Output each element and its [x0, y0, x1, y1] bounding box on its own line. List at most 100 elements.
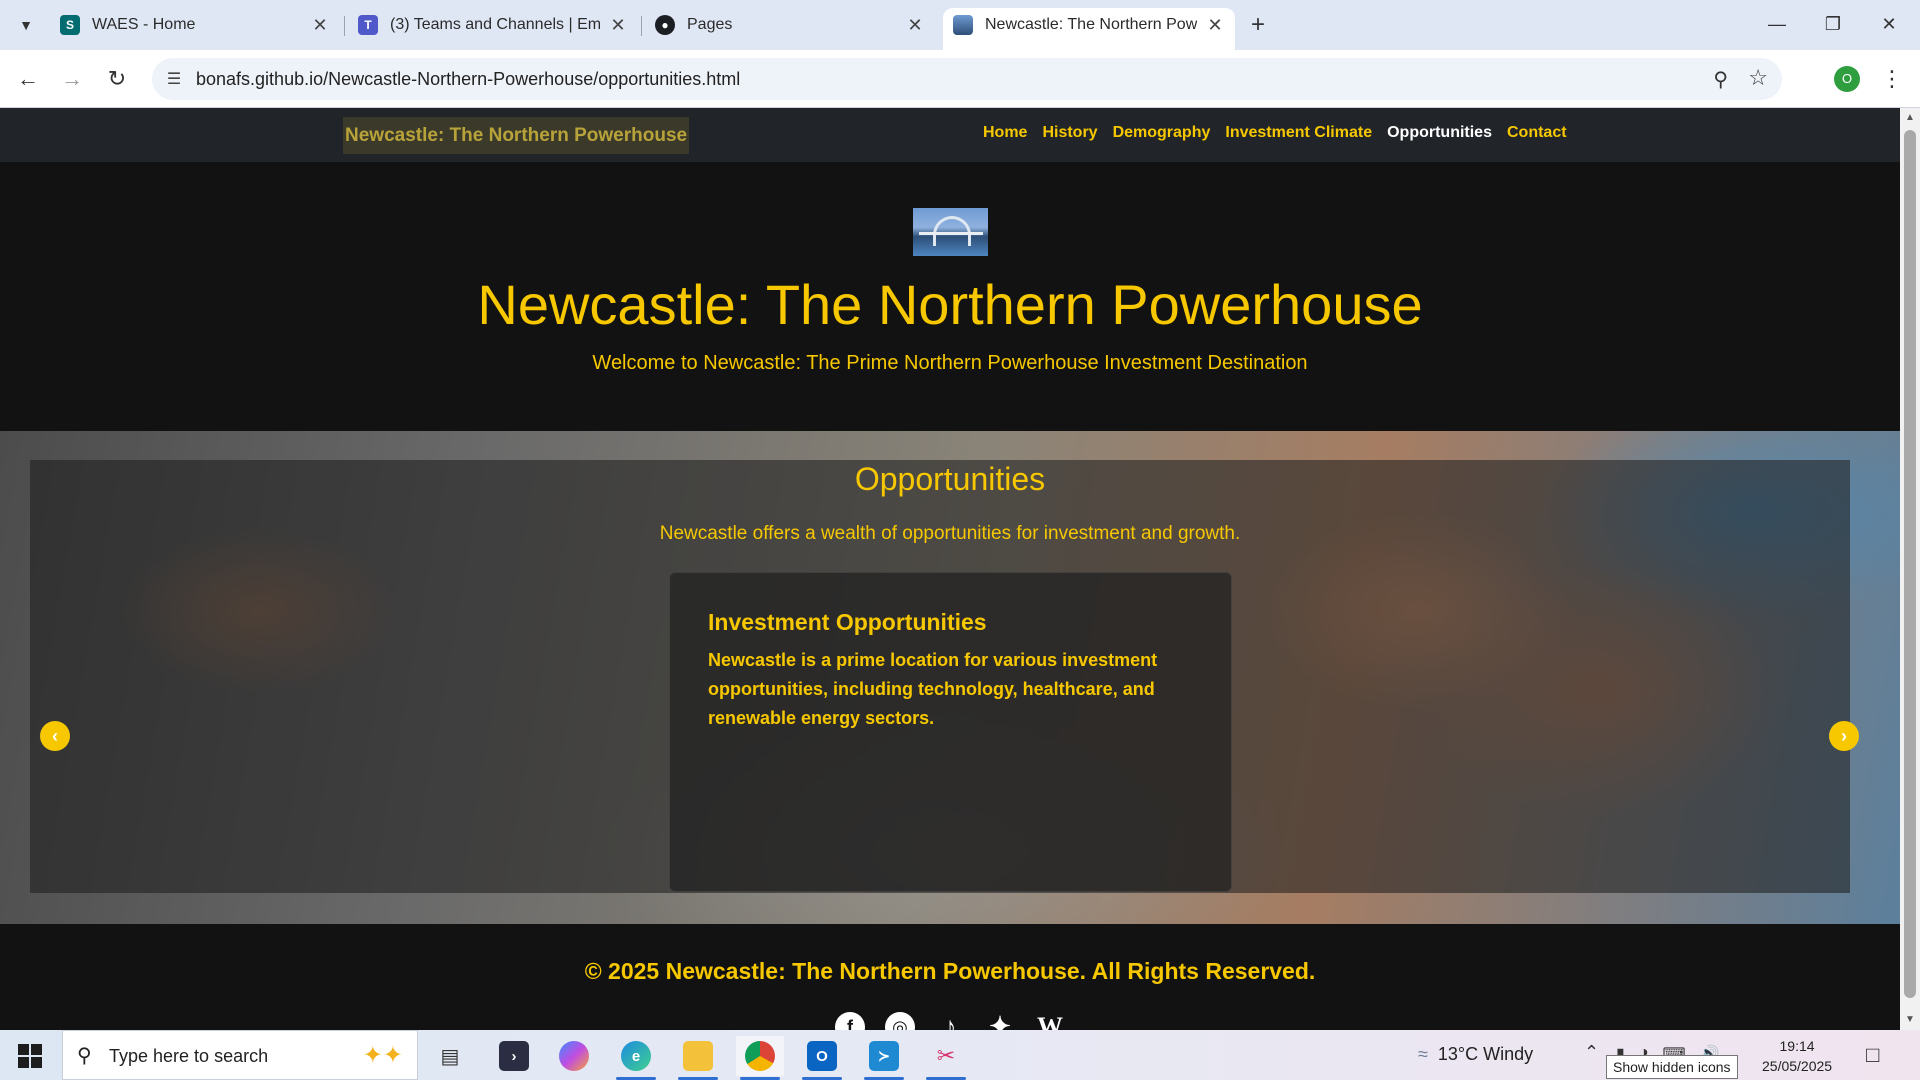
- task-view-icon: ▤: [440, 1045, 460, 1068]
- tab-title: WAES - Home: [92, 16, 196, 33]
- bridge-deck-shape: [919, 232, 983, 235]
- outlook-icon: O: [807, 1041, 837, 1071]
- newcastle-favicon: [953, 15, 973, 35]
- chrome-icon: [745, 1041, 775, 1071]
- close-icon[interactable]: ✕: [1205, 15, 1225, 36]
- instagram-icon[interactable]: ◎: [885, 1012, 915, 1030]
- scrollbar-thumb[interactable]: [1904, 130, 1916, 998]
- tab-search-button[interactable]: ▼: [10, 10, 42, 40]
- address-bar: ← → ↻ ☰ bonafs.github.io/Newcastle-North…: [0, 50, 1920, 108]
- search-placeholder: Type here to search: [109, 1046, 269, 1066]
- taskbar-app-vscode[interactable]: ≻: [860, 1036, 908, 1080]
- taskbar-app-edge[interactable]: e: [612, 1036, 660, 1080]
- weather-widget[interactable]: ≈13°C Windy: [1418, 1044, 1533, 1065]
- close-icon[interactable]: ✕: [310, 15, 330, 36]
- powershell-icon: ›: [499, 1041, 529, 1071]
- close-icon[interactable]: ✕: [608, 15, 628, 36]
- show-hidden-icons-button[interactable]: ⌃: [1584, 1042, 1599, 1063]
- task-view-button[interactable]: ▤: [426, 1036, 474, 1076]
- github-icon: ●: [655, 15, 675, 35]
- tab-separator: [344, 16, 345, 36]
- windows-logo-pane: [31, 1044, 42, 1055]
- taskbar-app-snipping-tool[interactable]: ✂: [922, 1036, 970, 1080]
- hero-section: Newcastle: The Northern Powerhouse Welco…: [0, 162, 1900, 431]
- search-icon: ⚲: [77, 1045, 92, 1067]
- omnibox[interactable]: ☰ bonafs.github.io/Newcastle-Northern-Po…: [152, 58, 1782, 100]
- nav-investment-climate[interactable]: Investment Climate: [1225, 124, 1372, 142]
- taskbar-app-file-explorer[interactable]: [674, 1036, 722, 1080]
- opportunities-section: Opportunities Newcastle offers a wealth …: [0, 431, 1900, 924]
- browser-tab-active[interactable]: Newcastle: The Northern Power ✕: [943, 8, 1235, 50]
- back-button[interactable]: ←: [12, 63, 44, 95]
- nav-home[interactable]: Home: [983, 124, 1027, 142]
- edge-icon: e: [621, 1041, 651, 1071]
- browser-tab-bar: ▼ S WAES - Home ✕ T (3) Teams and Channe…: [0, 0, 1920, 50]
- page-scrollbar[interactable]: ▲ ▼: [1900, 108, 1920, 1030]
- bookmark-star-icon[interactable]: ☆: [1748, 65, 1768, 91]
- zoom-icon[interactable]: ⚲: [1713, 67, 1728, 92]
- teams-icon: T: [358, 15, 378, 35]
- site-footer: © 2025 Newcastle: The Northern Powerhous…: [0, 924, 1900, 1030]
- hero-title: Newcastle: The Northern Powerhouse: [477, 273, 1423, 336]
- copyright-text: © 2025 Newcastle: The Northern Powerhous…: [584, 958, 1316, 984]
- weather-text: 13°C Windy: [1437, 1044, 1534, 1064]
- forward-button[interactable]: →: [56, 63, 88, 95]
- chevron-left-icon: ‹: [52, 726, 58, 746]
- tab-title: Newcastle: The Northern Power: [985, 16, 1197, 33]
- taskbar-app-powershell[interactable]: ›: [490, 1036, 538, 1076]
- close-icon[interactable]: ✕: [905, 15, 925, 36]
- vscode-icon: ≻: [869, 1041, 899, 1071]
- page-viewport: Newcastle: The Northern Powerhouse Home …: [0, 108, 1900, 1030]
- notification-center-icon[interactable]: □: [1866, 1042, 1879, 1068]
- site-brand[interactable]: Newcastle: The Northern Powerhouse: [343, 117, 690, 154]
- taskbar-app-outlook[interactable]: O: [798, 1036, 846, 1080]
- taskbar-clock[interactable]: 19:14 25/05/2025: [1762, 1036, 1832, 1076]
- folder-icon: [683, 1041, 713, 1071]
- url-text[interactable]: bonafs.github.io/Newcastle-Northern-Powe…: [196, 69, 740, 90]
- nav-opportunities[interactable]: Opportunities: [1387, 124, 1492, 142]
- browser-tab[interactable]: ● Pages ✕: [645, 8, 935, 42]
- carousel-next-button[interactable]: ›: [1829, 721, 1859, 751]
- twitter-icon[interactable]: ✦: [985, 1012, 1015, 1030]
- site-navbar: Newcastle: The Northern Powerhouse Home …: [0, 108, 1900, 162]
- windows-logo-pane: [31, 1057, 42, 1068]
- carousel-prev-button[interactable]: ‹: [40, 721, 70, 751]
- site-info-icon[interactable]: ☰: [164, 69, 184, 89]
- social-links: f ◎ ♪ ✦ W: [0, 1012, 1900, 1030]
- windows-start-button[interactable]: [10, 1040, 50, 1070]
- minimize-button[interactable]: —: [1754, 8, 1800, 40]
- windows-logo-pane: [18, 1044, 29, 1055]
- nav-links: Home History Demography Investment Clima…: [983, 124, 1567, 142]
- windows-logo-pane: [18, 1057, 29, 1068]
- clock-date: 25/05/2025: [1762, 1058, 1833, 1074]
- nav-history[interactable]: History: [1042, 124, 1097, 142]
- scroll-up-icon[interactable]: ▲: [1904, 112, 1916, 124]
- section-lead: Newcastle offers a wealth of opportuniti…: [659, 523, 1241, 544]
- card-text: Newcastle is a prime location for variou…: [708, 650, 1158, 728]
- section-title: Opportunities: [854, 461, 1046, 497]
- taskbar-app-copilot[interactable]: [550, 1036, 598, 1076]
- scissors-icon: ✂: [936, 1043, 956, 1068]
- profile-avatar[interactable]: O: [1834, 66, 1860, 92]
- hero-subtitle: Welcome to Newcastle: The Prime Northern…: [592, 352, 1308, 374]
- browser-tab[interactable]: S WAES - Home ✕: [50, 8, 340, 42]
- card-title: Investment Opportunities: [708, 609, 987, 635]
- tab-title: (3) Teams and Channels | Emplo: [390, 16, 600, 33]
- restore-button[interactable]: ❐: [1810, 8, 1856, 40]
- nav-demography[interactable]: Demography: [1113, 124, 1211, 142]
- browser-tab[interactable]: T (3) Teams and Channels | Emplo ✕: [348, 8, 638, 42]
- sharepoint-icon: S: [60, 15, 80, 35]
- close-window-button[interactable]: ✕: [1866, 8, 1912, 40]
- taskbar-search-box[interactable]: ⚲ Type here to search ✦✦: [62, 1030, 418, 1080]
- new-tab-button[interactable]: +: [1244, 10, 1272, 40]
- reload-button[interactable]: ↻: [101, 63, 133, 95]
- scroll-down-icon[interactable]: ▼: [1904, 1014, 1916, 1026]
- facebook-icon[interactable]: f: [835, 1012, 865, 1030]
- browser-menu-icon[interactable]: ⋮: [1880, 63, 1904, 95]
- chevron-down-icon: ▼: [19, 17, 33, 33]
- taskbar-app-chrome[interactable]: [736, 1036, 784, 1080]
- tiktok-icon[interactable]: ♪: [935, 1012, 965, 1030]
- wikipedia-icon[interactable]: W: [1035, 1012, 1065, 1030]
- nav-contact[interactable]: Contact: [1507, 124, 1567, 142]
- tab-separator: [641, 16, 642, 36]
